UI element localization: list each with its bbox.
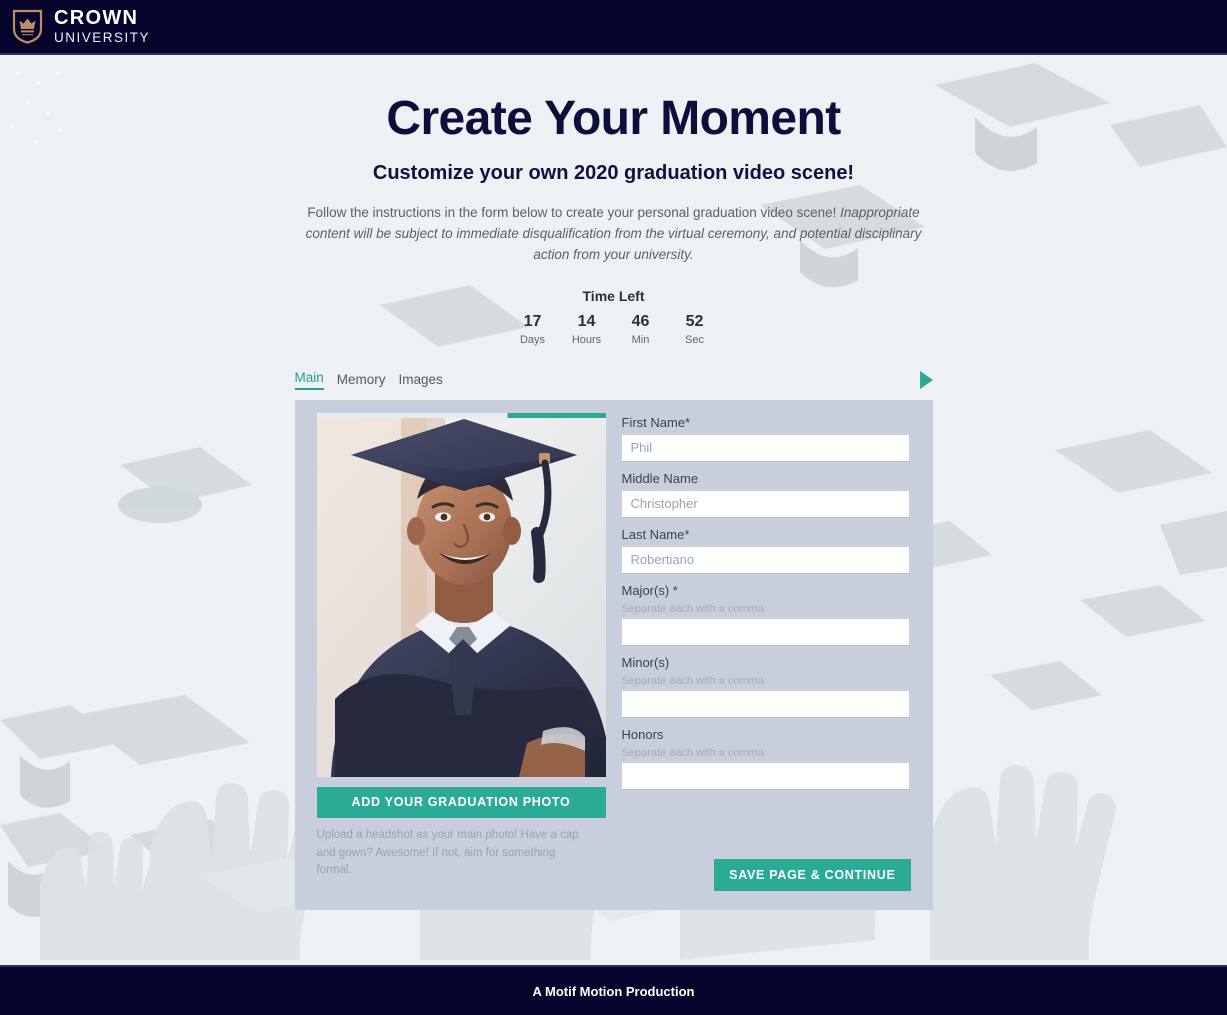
minors-input[interactable]: [621, 690, 909, 718]
countdown-title: Time Left: [582, 287, 645, 304]
play-triangle-icon[interactable]: [919, 370, 933, 389]
field-honors: Honors Separate each with a comma: [621, 726, 911, 790]
page-subtitle: Customize your own 2020 graduation video…: [372, 162, 855, 184]
field-first-name: First Name*: [621, 414, 911, 462]
countdown-value-hours: 14: [577, 312, 596, 330]
brand-line-1: CROWN: [54, 7, 139, 30]
countdown-value-min: 46: [631, 312, 650, 330]
majors-input[interactable]: [621, 618, 909, 646]
field-middle-name: Middle Name: [621, 470, 911, 518]
brand-line-2: UNIVERSITY: [54, 30, 151, 46]
footer-credit: A Motif Motion Production: [532, 983, 695, 999]
countdown-value-sec: 52: [685, 312, 704, 330]
add-graduation-photo-button[interactable]: ADD YOUR GRADUATION PHOTO: [316, 786, 606, 818]
countdown-label-sec: Sec: [685, 333, 704, 346]
form-tabs: Main Memory Images: [294, 368, 933, 392]
countdown-unit-sec: 52 Sec: [677, 313, 713, 346]
field-label-majors: Major(s) *: [621, 582, 678, 598]
countdown-value-days: 17: [523, 312, 542, 330]
save-page-continue-button[interactable]: SAVE PAGE & CONTINUE: [714, 858, 911, 891]
brand-wordmark: CROWN UNIVERSITY: [54, 8, 150, 45]
photo-upload-hint: Upload a headshot as your main photo! Ha…: [316, 828, 579, 877]
field-majors: Major(s) * Separate each with a comma: [621, 582, 911, 646]
site-header: CROWN UNIVERSITY: [0, 0, 1227, 55]
page-description-plain: Follow the instructions in the form belo…: [307, 205, 837, 220]
countdown-units: 17 Days 14 Hours 46 Min 52 Sec: [0, 313, 1227, 346]
tab-list: Main Memory Images: [294, 370, 443, 390]
field-label-last-name: Last Name*: [621, 526, 690, 542]
graduate-photo[interactable]: [316, 412, 606, 777]
countdown-label-hours: Hours: [571, 333, 602, 346]
main-content: Create Your Moment Customize your own 20…: [0, 55, 1227, 960]
site-footer: A Motif Motion Production: [0, 965, 1227, 1015]
graduation-form-panel: ADD YOUR GRADUATION PHOTO Upload a heads…: [294, 399, 933, 910]
brand-logo[interactable]: CROWN UNIVERSITY: [12, 8, 150, 45]
save-row: SAVE PAGE & CONTINUE: [714, 858, 911, 891]
countdown-unit-hours: 14 Hours: [569, 313, 605, 346]
page-description: Follow the instructions in the form belo…: [294, 203, 934, 266]
photo-column: ADD YOUR GRADUATION PHOTO Upload a heads…: [316, 412, 606, 892]
first-name-input[interactable]: [621, 434, 909, 462]
field-label-honors: Honors: [621, 726, 664, 742]
last-name-input[interactable]: [621, 546, 909, 574]
countdown-unit-days: 17 Days: [515, 313, 551, 346]
field-label-first-name: First Name*: [621, 414, 691, 430]
countdown-unit-min: 46 Min: [623, 313, 659, 346]
field-hint-minors: Separate each with a comma: [621, 674, 764, 687]
middle-name-input[interactable]: [621, 490, 909, 518]
countdown-timer: Time Left 17 Days 14 Hours 46 Min 52 Sec: [0, 288, 1227, 346]
field-label-middle-name: Middle Name: [621, 470, 699, 486]
tab-main[interactable]: Main: [294, 370, 324, 390]
photo-top-accent: [316, 412, 606, 418]
countdown-label-min: Min: [631, 333, 650, 346]
tab-images[interactable]: Images: [399, 372, 443, 390]
field-label-minors: Minor(s): [621, 654, 670, 670]
shield-crown-icon: [12, 9, 43, 44]
honors-input[interactable]: [621, 762, 909, 790]
field-hint-honors: Separate each with a comma: [621, 746, 764, 759]
countdown-label-days: Days: [519, 333, 546, 346]
tab-memory[interactable]: Memory: [337, 372, 386, 390]
field-minors: Minor(s) Separate each with a comma: [621, 654, 911, 718]
field-hint-majors: Separate each with a comma: [621, 602, 764, 615]
graduate-photo-image: [316, 412, 606, 777]
page-title: Create Your Moment: [386, 92, 841, 145]
field-last-name: Last Name*: [621, 526, 911, 574]
fields-column: First Name* Middle Name Last Name* Major…: [621, 413, 911, 892]
